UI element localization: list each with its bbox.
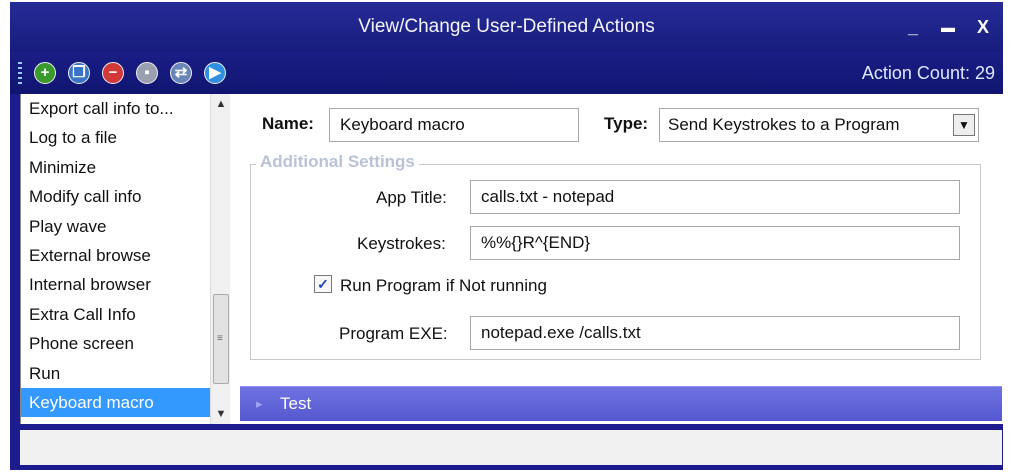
copy-icon[interactable]: ❐ (68, 62, 90, 84)
chevron-down-icon[interactable]: ▼ (953, 114, 975, 136)
list-item[interactable]: Keyboard macro (21, 387, 231, 418)
type-value: Send Keystrokes to a Program (668, 115, 900, 134)
program-exe-field[interactable]: notepad.exe /calls.txt (470, 316, 960, 350)
list-scrollbar[interactable]: ▲ ≡ ▼ (210, 94, 231, 424)
window-title: View/Change User-Defined Actions (358, 16, 655, 37)
run-program-checkbox[interactable]: ✓ (314, 275, 332, 293)
list-item[interactable]: Minimize (21, 153, 231, 182)
test-label: Test (280, 394, 312, 413)
maximize-button[interactable]: ▬ (933, 2, 963, 52)
toolbar-grip-icon[interactable] (18, 62, 22, 86)
name-label: Name: (262, 114, 314, 133)
expand-icon[interactable]: ▸ (256, 387, 263, 421)
scroll-up-icon[interactable]: ▲ (211, 94, 231, 114)
app-title-field[interactable]: calls.txt - notepad (470, 180, 960, 214)
list-item[interactable]: External browse (21, 241, 231, 270)
play-icon-glyph: ▶ (209, 64, 221, 81)
action-count: Action Count: 29 (861, 63, 995, 83)
status-bar (20, 430, 1002, 465)
copy-icon-glyph: ❐ (72, 64, 86, 81)
list-item[interactable]: Log to a file (21, 123, 231, 152)
play-icon[interactable]: ▶ (204, 62, 226, 84)
run-program-label: Run Program if Not running (340, 276, 547, 295)
program-exe-label: Program EXE: (339, 324, 448, 343)
list-item[interactable]: Extra Call Info (21, 300, 231, 329)
name-field[interactable]: Keyboard macro (329, 108, 579, 142)
toolbar: + ❐ − ▪ ⇄ ▶ Action Count: 29 (10, 52, 1003, 94)
type-label: Type: (604, 114, 649, 133)
list-item[interactable]: Play wave (21, 212, 231, 241)
delete-icon-glyph: − (108, 64, 118, 81)
list-item[interactable]: Internal browser (21, 270, 231, 299)
keystrokes-field[interactable]: %%{}R^{END} (470, 226, 960, 260)
scroll-down-icon[interactable]: ▼ (211, 404, 231, 424)
actions-window: View/Change User-Defined Actions _ ▬ X +… (10, 2, 1003, 470)
list-item[interactable]: Run (21, 359, 231, 388)
title-bar[interactable]: View/Change User-Defined Actions _ ▬ X (10, 2, 1003, 52)
scroll-thumb[interactable]: ≡ (213, 294, 229, 384)
save-icon[interactable]: ▪ (136, 62, 158, 84)
keystrokes-label: Keystrokes: (357, 234, 446, 253)
actions-list[interactable]: Export call info to... Log to a file Minim… (20, 94, 231, 424)
additional-settings-title: Additional Settings (256, 152, 419, 172)
list-item[interactable]: Export call info to... (21, 94, 231, 123)
thumb-grip-icon: ≡ (217, 333, 223, 344)
close-button[interactable]: X (968, 2, 998, 52)
export-icon[interactable]: ⇄ (170, 62, 192, 84)
save-icon-glyph: ▪ (144, 64, 150, 81)
delete-icon[interactable]: − (102, 62, 124, 84)
minimize-button[interactable]: _ (898, 2, 928, 52)
test-section-header[interactable]: ▸ Test (240, 386, 1002, 421)
type-select[interactable]: Send Keystrokes to a Program ▼ (659, 108, 979, 142)
action-details: Name: Keyboard macro Type: Send Keystrok… (230, 94, 1003, 424)
list-item[interactable]: Modify call info (21, 182, 231, 211)
add-icon[interactable]: + (34, 62, 56, 84)
app-title-label: App Title: (376, 188, 447, 207)
add-icon-glyph: + (40, 64, 50, 81)
export-icon-glyph: ⇄ (174, 64, 188, 81)
list-item[interactable]: Phone screen (21, 329, 231, 358)
